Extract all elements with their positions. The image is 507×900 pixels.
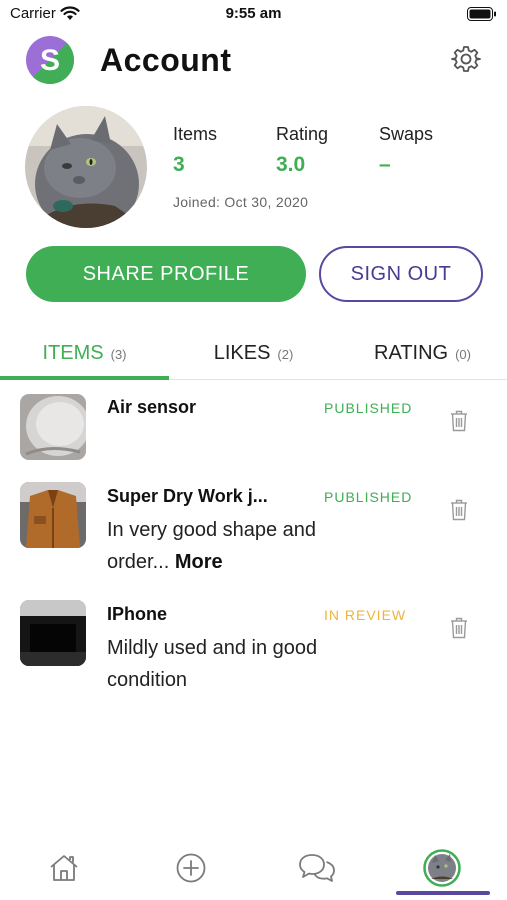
page-title: Account	[100, 42, 232, 78]
plus-circle-icon	[176, 853, 206, 883]
active-tab-indicator	[0, 376, 169, 380]
bottom-tab-bar	[0, 840, 507, 900]
joined-date: Joined: Oct 30, 2020	[173, 194, 309, 210]
tab-items[interactable]: ITEMS (3)	[0, 326, 169, 380]
tab-items-count: (3)	[110, 346, 127, 362]
item-status-badge: PUBLISHED	[324, 489, 413, 505]
tab-rating-count: (0)	[455, 346, 471, 362]
item-status-badge: PUBLISHED	[324, 400, 413, 416]
profile-summary: Items 3 Rating 3.0 Swaps – Joined: Oct 3…	[0, 106, 507, 230]
item-description: In very good shape and order... More	[107, 514, 377, 578]
clock: 9:55 am	[225, 5, 282, 22]
nav-home[interactable]	[44, 848, 84, 888]
delete-trash-icon[interactable]	[450, 410, 468, 432]
item-thumbnail	[20, 600, 86, 666]
home-icon	[50, 855, 78, 881]
share-profile-button[interactable]: SHARE PROFILE	[26, 246, 306, 302]
delete-trash-icon[interactable]	[450, 617, 468, 639]
tab-rating-label: RATING	[374, 341, 449, 364]
settings-gear-icon[interactable]	[451, 44, 481, 74]
item-thumbnail	[20, 394, 86, 460]
app-header: S Account	[0, 34, 507, 90]
stat-items-value: 3	[173, 153, 185, 176]
nav-profile[interactable]	[422, 848, 462, 888]
stat-swaps-label: Swaps	[379, 124, 434, 144]
delete-trash-icon[interactable]	[450, 499, 468, 521]
nav-add[interactable]	[171, 848, 211, 888]
item-title: Air sensor	[107, 397, 197, 417]
status-bar: Carrier 9:55 am	[0, 0, 507, 28]
stat-swaps: Swaps –	[379, 124, 433, 177]
item-status-badge: IN REVIEW	[324, 607, 407, 623]
item-title: IPhone	[107, 604, 168, 624]
battery-icon	[467, 7, 496, 21]
item-description: Mildly used and in good condition	[107, 637, 318, 691]
profile-tabs: ITEMS (3) LIKES (2) RATING (0)	[0, 326, 507, 380]
item-title: Super Dry Work j...	[107, 486, 268, 506]
tab-items-label: ITEMS	[42, 341, 104, 364]
profile-avatar-icon	[423, 849, 461, 887]
stat-rating-value: 3.0	[276, 153, 306, 176]
tab-likes[interactable]: LIKES (2)	[169, 326, 338, 380]
item-thumbnail	[20, 482, 86, 548]
profile-avatar[interactable]	[25, 106, 147, 228]
nav-messages[interactable]	[297, 848, 337, 888]
tab-likes-label: LIKES	[213, 341, 271, 364]
app-logo: S	[26, 36, 74, 84]
tab-rating[interactable]: RATING (0)	[338, 326, 507, 380]
stat-items: Items 3	[173, 124, 217, 177]
sign-out-button[interactable]: SIGN OUT	[319, 246, 483, 302]
stat-swaps-value: –	[379, 153, 391, 176]
tab-likes-count: (2)	[277, 346, 294, 362]
chat-bubbles-icon	[299, 854, 335, 882]
more-link[interactable]: More	[175, 551, 223, 573]
stat-items-label: Items	[173, 124, 218, 144]
stat-rating: Rating 3.0	[276, 124, 328, 177]
stat-rating-label: Rating	[276, 124, 329, 144]
logo-letter: S	[40, 44, 60, 77]
active-nav-indicator	[396, 891, 490, 895]
